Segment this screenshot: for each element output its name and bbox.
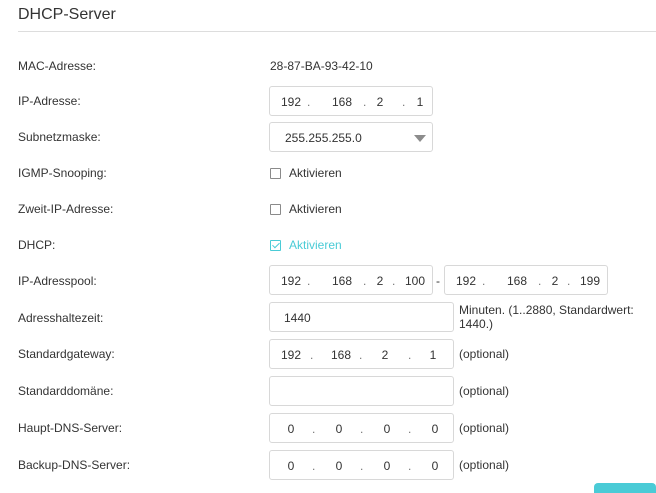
default-domain-label: Standarddomäne: [18,384,114,398]
dot-separator: . [408,459,412,473]
dhcp-option[interactable]: Aktivieren [289,238,342,252]
gateway-octet-2[interactable]: 168 [325,348,357,362]
ip-pool-end-field: 192 . 168 . 2 . 199 [444,265,608,295]
pool-range-separator: - [436,274,440,288]
dhcp-label: DHCP: [18,238,56,252]
subnet-mask-value: 255.255.255.0 [285,131,362,145]
backup-dns-field: 0 . 0 . 0 . 0 [269,450,454,480]
pool-end-octet-2[interactable]: 168 [501,274,533,288]
dot-separator: . [312,422,316,436]
ip-octet-2[interactable]: 168 [326,95,358,109]
default-gateway-field: 192 . 168 . 2 . 1 [269,339,454,369]
mac-address-value: 28-87-BA-93-42-10 [270,59,373,73]
dns1-octet-2[interactable]: 0 [330,422,348,436]
title-divider [18,31,656,32]
igmp-snooping-checkbox[interactable]: Aktivieren [270,166,342,180]
chevron-down-icon [414,135,426,142]
dns1-octet-3[interactable]: 0 [378,422,396,436]
dot-separator: . [360,422,364,436]
ip-address-field: 192 . 168 . 2 . 1 [269,86,433,116]
dot-separator: . [307,95,311,109]
default-domain-hint: (optional) [459,384,510,398]
primary-dns-hint: (optional) [459,421,510,435]
dot-separator: . [402,95,406,109]
ip-pool-start-field: 192 . 168 . 2 . 100 [269,265,433,295]
primary-dns-label: Haupt-DNS-Server: [18,421,123,435]
igmp-snooping-label: IGMP-Snooping: [18,166,107,180]
dot-separator: . [360,459,364,473]
dot-separator: . [567,274,571,288]
igmp-snooping-option[interactable]: Aktivieren [289,166,342,180]
dot-separator: . [408,348,412,362]
lease-time-input[interactable]: 1440 [269,302,454,332]
dot-separator: . [312,459,316,473]
gateway-octet-3[interactable]: 2 [369,348,401,362]
ip-octet-1[interactable]: 192 [275,95,307,109]
second-ip-checkbox[interactable]: Aktivieren [270,202,342,216]
primary-dns-field: 0 . 0 . 0 . 0 [269,413,454,443]
lease-time-label: Adresshaltezeit: [18,311,104,325]
second-ip-label: Zweit-IP-Adresse: [18,202,114,216]
default-gateway-hint: (optional) [459,347,510,361]
gateway-octet-1[interactable]: 192 [275,348,307,362]
dot-separator: . [307,274,311,288]
mac-address-label: MAC-Adresse: [18,59,97,73]
pool-end-octet-1[interactable]: 192 [450,274,482,288]
pool-start-octet-2[interactable]: 168 [326,274,358,288]
lease-time-hint-line2: 1440.) [459,317,494,331]
lease-time-hint-line1: Minuten. (1..2880, Standardwert: [459,303,634,317]
pool-start-octet-1[interactable]: 192 [275,274,307,288]
pool-end-octet-4[interactable]: 199 [575,274,605,288]
lease-time-hint: Minuten. (1..2880, Standardwert: 1440.) [459,303,634,331]
dns2-octet-2[interactable]: 0 [330,459,348,473]
second-ip-option[interactable]: Aktivieren [289,202,342,216]
dot-separator: . [392,274,396,288]
dns1-octet-1[interactable]: 0 [282,422,300,436]
lease-time-value: 1440 [284,311,311,325]
dot-separator: . [482,274,486,288]
save-button[interactable] [594,483,656,493]
dns2-octet-3[interactable]: 0 [378,459,396,473]
dns2-octet-1[interactable]: 0 [282,459,300,473]
gateway-octet-4[interactable]: 1 [425,348,441,362]
subnet-mask-select[interactable]: 255.255.255.0 [269,122,433,152]
dns1-octet-4[interactable]: 0 [426,422,444,436]
backup-dns-label: Backup-DNS-Server: [18,458,131,472]
pool-start-octet-4[interactable]: 100 [400,274,430,288]
ip-octet-4[interactable]: 1 [412,95,428,109]
dot-separator: . [310,348,314,362]
ip-address-label: IP-Adresse: [18,94,81,108]
ip-pool-label: IP-Adresspool: [18,274,97,288]
default-domain-input[interactable] [269,376,454,406]
subnet-mask-label: Subnetzmaske: [18,130,101,144]
ip-octet-3[interactable]: 2 [364,95,396,109]
default-gateway-label: Standardgateway: [18,347,115,361]
page-title: DHCP-Server [18,6,116,23]
checkbox-icon[interactable] [270,203,281,215]
dot-separator: . [408,422,412,436]
dot-separator: . [359,348,363,362]
dhcp-checkbox[interactable]: Aktivieren [270,238,342,252]
checkmark-icon[interactable] [270,239,281,251]
checkbox-icon[interactable] [270,167,281,179]
dns2-octet-4[interactable]: 0 [426,459,444,473]
backup-dns-hint: (optional) [459,458,510,472]
